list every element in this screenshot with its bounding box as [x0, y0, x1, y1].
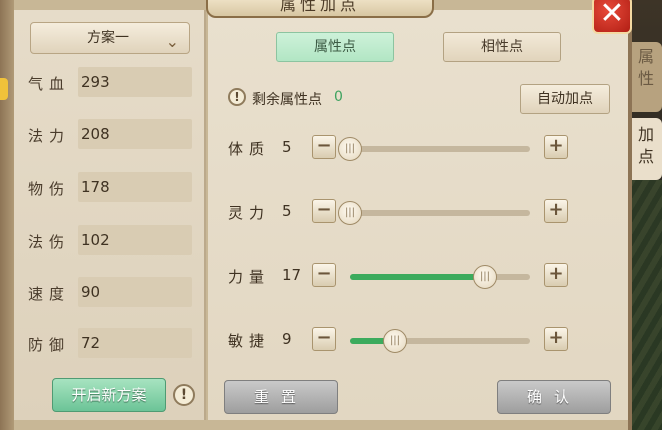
stat-label: 法力: [28, 127, 71, 145]
side-tab-add-points[interactable]: 加点: [632, 118, 662, 180]
stat-row-mp: 法力 208: [28, 119, 192, 149]
remaining-points-value: 0: [334, 89, 343, 105]
tab-attribute-points[interactable]: 属性点: [276, 32, 394, 62]
remaining-points-label: 剩余属性点: [252, 92, 322, 108]
plus-icon[interactable]: +: [544, 327, 568, 351]
minus-icon[interactable]: −: [312, 263, 336, 287]
warning-icon: !: [228, 88, 246, 106]
slider-handle[interactable]: |||: [383, 329, 407, 353]
side-tab-label: 属性: [637, 47, 656, 88]
stat-value: 293: [78, 67, 192, 97]
auto-allocate-button[interactable]: 自动加点: [520, 84, 610, 114]
minus-icon[interactable]: −: [312, 327, 336, 351]
attribute-slider-track[interactable]: |||: [338, 137, 530, 161]
attribute-row-spirit: 灵力 5 − ||| +: [228, 197, 574, 227]
attribute-value: 9: [282, 330, 292, 348]
close-icon[interactable]: ✕: [592, 0, 632, 34]
attribute-row-strength: 力量 17 − ||| +: [228, 261, 574, 291]
stat-row-phys-damage: 物伤 178: [28, 172, 192, 202]
attribute-row-constitution: 体质 5 − ||| +: [228, 133, 574, 163]
attribute-label: 力量: [228, 268, 271, 286]
attribute-value: 5: [282, 138, 292, 156]
attribute-value: 17: [282, 266, 302, 284]
stat-value: 178: [78, 172, 192, 202]
stat-value: 208: [78, 119, 192, 149]
stat-row-magic-damage: 法伤 102: [28, 225, 192, 255]
plus-icon[interactable]: +: [544, 263, 568, 287]
gem-decoration: [0, 78, 8, 100]
stat-value: 102: [78, 225, 192, 255]
window-title: 属性加点: [206, 0, 434, 18]
plus-icon[interactable]: +: [544, 135, 568, 159]
chevron-down-icon: ⌄: [165, 32, 179, 51]
attribute-slider-track[interactable]: |||: [338, 201, 530, 225]
new-scheme-button[interactable]: 开启新方案: [52, 378, 166, 412]
plus-icon[interactable]: +: [544, 199, 568, 223]
minus-icon[interactable]: −: [312, 135, 336, 159]
scheme-selected: 方案一: [87, 30, 129, 46]
slider-handle[interactable]: |||: [473, 265, 497, 289]
confirm-button[interactable]: 确认: [497, 380, 611, 414]
stat-row-hp: 气血 293: [28, 67, 192, 97]
stat-label: 速度: [28, 285, 71, 303]
stat-label: 气血: [28, 75, 71, 93]
stat-value: 90: [78, 277, 192, 307]
attribute-label: 灵力: [228, 204, 271, 222]
scheme-dropdown[interactable]: 方案一 ⌄: [30, 22, 190, 54]
side-tab-attributes[interactable]: 属性: [632, 42, 662, 112]
attribute-label: 体质: [228, 140, 271, 158]
info-warning-icon[interactable]: !: [173, 384, 195, 406]
stat-label: 防御: [28, 336, 71, 354]
attribute-label: 敏捷: [228, 332, 271, 350]
stat-row-defense: 防御 72: [28, 328, 192, 358]
attribute-row-agility: 敏捷 9 − ||| +: [228, 325, 574, 355]
slider-handle[interactable]: |||: [338, 137, 362, 161]
side-tab-label: 加点: [637, 125, 656, 166]
attribute-slider-fill: [350, 274, 485, 280]
tab-affinity-points[interactable]: 相性点: [443, 32, 561, 62]
reset-button[interactable]: 重置: [224, 380, 338, 414]
stat-value: 72: [78, 328, 192, 358]
attribute-slider-track[interactable]: |||: [350, 265, 530, 289]
stat-label: 物伤: [28, 180, 71, 198]
slider-handle[interactable]: |||: [338, 201, 362, 225]
attribute-slider-track[interactable]: |||: [350, 329, 530, 353]
stat-label: 法伤: [28, 233, 71, 251]
minus-icon[interactable]: −: [312, 199, 336, 223]
attribute-value: 5: [282, 202, 292, 220]
left-frame-decoration: [0, 0, 14, 430]
stat-row-speed: 速度 90: [28, 277, 192, 307]
